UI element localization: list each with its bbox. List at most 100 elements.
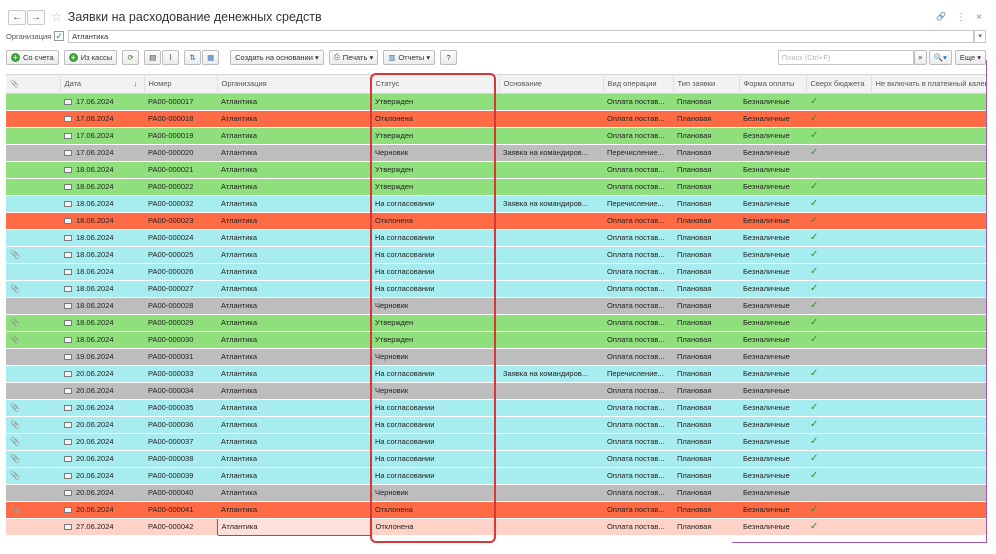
cell-number[interactable]: РА00-000017 bbox=[144, 93, 217, 111]
cell-basis[interactable] bbox=[499, 467, 603, 485]
cell-operation-type[interactable]: Оплата постав... bbox=[603, 382, 673, 400]
table-row[interactable]: 📎 20.06.2024 РА00-000037 Атлантика На соглас… bbox=[6, 433, 986, 451]
cell-date[interactable]: 18.06.2024 bbox=[60, 297, 144, 315]
cell-organization[interactable]: Атлантика bbox=[217, 144, 371, 162]
cell-exclude-calendar[interactable] bbox=[871, 348, 986, 366]
cell-basis[interactable] bbox=[499, 382, 603, 400]
cell-date[interactable]: 17.06.2024 bbox=[60, 110, 144, 128]
cell-organization[interactable]: Атлантика bbox=[217, 416, 371, 434]
back-button[interactable]: ← bbox=[8, 9, 26, 25]
table-row[interactable]: 📎 18.06.2024 РА00-000027 Атлантика На соглас… bbox=[6, 280, 986, 298]
cell-status[interactable]: На согласовании bbox=[371, 450, 499, 468]
cell-attachment[interactable] bbox=[6, 484, 60, 502]
table-row[interactable]: 20.06.2024 РА00-000034 Атлантика Черновик Оп… bbox=[6, 382, 986, 400]
cell-number[interactable]: РА00-000037 bbox=[144, 433, 217, 451]
cell-date[interactable]: 20.06.2024 bbox=[60, 433, 144, 451]
cell-status[interactable]: На согласовании bbox=[371, 229, 499, 247]
cell-request-type[interactable]: Плановая bbox=[673, 195, 739, 213]
cell-exclude-calendar[interactable] bbox=[871, 399, 986, 417]
cell-payment-form[interactable]: Безналичные bbox=[739, 314, 806, 332]
table-row[interactable]: 27.06.2024 РА00-000042 Атлантика Отклонена О… bbox=[6, 517, 986, 536]
cell-basis[interactable] bbox=[499, 229, 603, 247]
cell-exclude-calendar[interactable] bbox=[871, 331, 986, 349]
cell-organization[interactable]: Атлантика bbox=[217, 263, 371, 281]
cell-operation-type[interactable]: Оплата постав... bbox=[603, 178, 673, 196]
cell-date[interactable]: 27.06.2024 bbox=[60, 518, 144, 536]
cell-basis[interactable]: Заявка на командиров... bbox=[499, 195, 603, 213]
cell-number[interactable]: РА00-000042 bbox=[144, 518, 217, 536]
cell-operation-type[interactable]: Перечисление... bbox=[603, 144, 673, 162]
cell-basis[interactable] bbox=[499, 297, 603, 315]
cell-operation-type[interactable]: Оплата постав... bbox=[603, 467, 673, 485]
cell-attachment[interactable]: 📎 bbox=[6, 246, 60, 264]
cell-organization[interactable]: Атлантика bbox=[217, 467, 371, 485]
cell-request-type[interactable]: Плановая bbox=[673, 365, 739, 383]
cell-organization[interactable]: Атлантика bbox=[217, 297, 371, 315]
cell-payment-form[interactable]: Безналичные bbox=[739, 365, 806, 383]
col-organization[interactable]: Организация bbox=[217, 75, 372, 94]
cell-organization[interactable]: Атлантика bbox=[217, 348, 371, 366]
cell-payment-form[interactable]: Безналичные bbox=[739, 178, 806, 196]
cell-request-type[interactable]: Плановая bbox=[673, 382, 739, 400]
col-request-type[interactable]: Тип заявки bbox=[673, 75, 740, 94]
cell-exclude-calendar[interactable] bbox=[871, 178, 986, 196]
cell-operation-type[interactable]: Перечисление... bbox=[603, 195, 673, 213]
cell-payment-form[interactable]: Безналичные bbox=[739, 467, 806, 485]
close-icon[interactable]: × bbox=[976, 12, 982, 23]
cell-exclude-calendar[interactable] bbox=[871, 229, 986, 247]
col-exclude-calendar[interactable]: Не включать в платежный календарь bbox=[871, 75, 986, 94]
cell-payment-form[interactable]: Безналичные bbox=[739, 195, 806, 213]
cell-request-type[interactable]: Плановая bbox=[673, 416, 739, 434]
cell-basis[interactable] bbox=[499, 178, 603, 196]
table-row[interactable]: 📎 20.06.2024 РА00-000039 Атлантика На соглас… bbox=[6, 467, 986, 485]
cell-attachment[interactable]: 📎 bbox=[6, 331, 60, 349]
cell-operation-type[interactable]: Оплата постав... bbox=[603, 212, 673, 230]
cell-operation-type[interactable]: Оплата постав... bbox=[603, 450, 673, 468]
cell-payment-form[interactable]: Безналичные bbox=[739, 416, 806, 434]
cell-number[interactable]: РА00-000020 bbox=[144, 144, 217, 162]
cell-date[interactable]: 18.06.2024 bbox=[60, 229, 144, 247]
cell-date[interactable]: 18.06.2024 bbox=[60, 195, 144, 213]
table-row[interactable]: 📎 18.06.2024 РА00-000030 Атлантика Утвержден… bbox=[6, 331, 986, 349]
cell-date[interactable]: 17.06.2024 bbox=[60, 127, 144, 145]
cell-request-type[interactable]: Плановая bbox=[673, 297, 739, 315]
cell-request-type[interactable]: Плановая bbox=[673, 331, 739, 349]
cell-payment-form[interactable]: Безналичные bbox=[739, 161, 806, 179]
cell-operation-type[interactable]: Оплата постав... bbox=[603, 518, 673, 536]
cell-operation-type[interactable]: Оплата постав... bbox=[603, 280, 673, 298]
from-cash-button[interactable]: + Из кассы bbox=[63, 49, 118, 65]
cell-request-type[interactable]: Плановая bbox=[673, 484, 739, 502]
cell-request-type[interactable]: Плановая bbox=[673, 348, 739, 366]
cell-attachment[interactable] bbox=[6, 212, 60, 230]
cell-status[interactable]: Утвержден bbox=[371, 314, 499, 332]
cell-organization[interactable]: Атлантика bbox=[217, 382, 371, 400]
cell-exclude-calendar[interactable] bbox=[871, 467, 986, 485]
cell-number[interactable]: РА00-000032 bbox=[144, 195, 217, 213]
cell-organization[interactable]: Атлантика bbox=[217, 484, 371, 502]
reports-button[interactable]: ▥ Отчеты ▾ bbox=[383, 49, 436, 65]
cell-basis[interactable]: Заявка на командиров... bbox=[499, 144, 603, 162]
cell-over-budget[interactable] bbox=[806, 382, 871, 400]
from-account-button[interactable]: + Со счета bbox=[6, 49, 59, 65]
cell-attachment[interactable] bbox=[6, 297, 60, 315]
table-row[interactable]: 18.06.2024 РА00-000024 Атлантика На согласо… bbox=[6, 229, 986, 247]
cell-operation-type[interactable]: Оплата постав... bbox=[603, 314, 673, 332]
cell-request-type[interactable]: Плановая bbox=[673, 246, 739, 264]
cell-basis[interactable] bbox=[499, 110, 603, 128]
cell-organization[interactable]: Атлантика bbox=[217, 212, 371, 230]
cell-exclude-calendar[interactable] bbox=[871, 195, 986, 213]
cell-status[interactable]: Черновик bbox=[371, 144, 499, 162]
cell-basis[interactable] bbox=[499, 450, 603, 468]
cell-payment-form[interactable]: Безналичные bbox=[739, 263, 806, 281]
cell-date[interactable]: 20.06.2024 bbox=[60, 399, 144, 417]
table-row[interactable]: 18.06.2024 РА00-000028 Атлантика Черновик Оп… bbox=[6, 297, 986, 315]
cell-exclude-calendar[interactable] bbox=[871, 518, 986, 536]
cell-organization[interactable]: Атлантика bbox=[217, 195, 371, 213]
cell-status[interactable]: Отклонена bbox=[371, 212, 499, 230]
cell-date[interactable]: 18.06.2024 bbox=[60, 212, 144, 230]
more-menu-icon[interactable]: ⋮ bbox=[956, 12, 966, 23]
cell-exclude-calendar[interactable] bbox=[871, 246, 986, 264]
cell-operation-type[interactable]: Оплата постав... bbox=[603, 127, 673, 145]
post-button[interactable]: ⇅ bbox=[184, 49, 202, 65]
organization-dropdown-button[interactable]: ▾ bbox=[974, 29, 987, 43]
